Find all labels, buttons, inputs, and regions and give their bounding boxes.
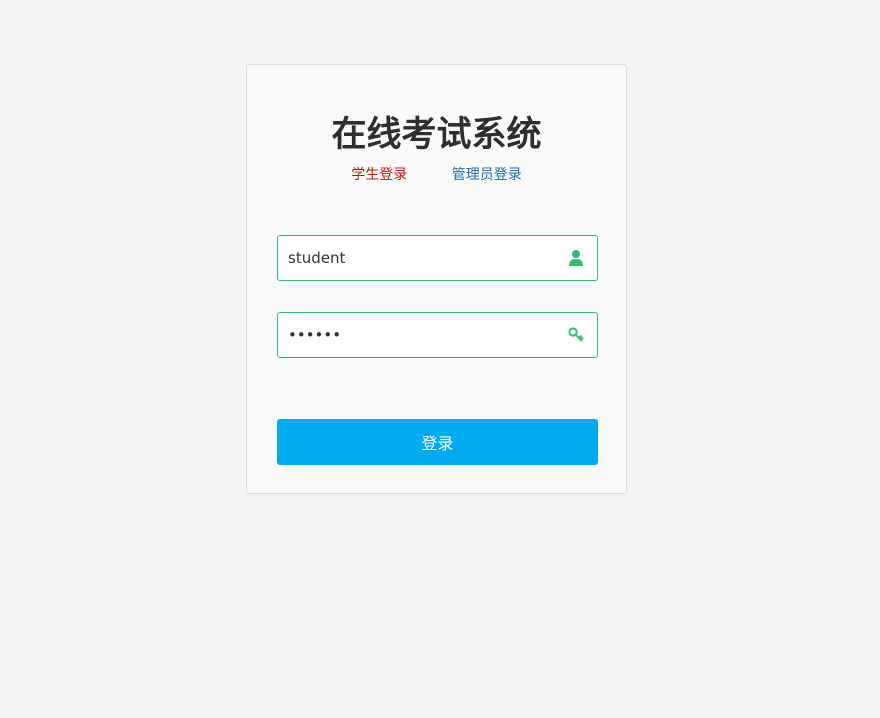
login-tabs: 学生登录 管理员登录 [247,165,626,185]
key-icon [568,326,584,344]
tab-student-login[interactable]: 学生登录 [351,165,407,185]
page-title: 在线考试系统 [331,115,542,155]
password-field [277,312,598,358]
login-card: 在线考试系统 学生登录 管理员登录 登录 [246,64,627,494]
password-input[interactable] [288,313,558,357]
user-icon [568,249,584,267]
username-field [277,235,598,281]
login-button[interactable]: 登录 [277,419,598,465]
username-input[interactable] [288,236,558,280]
tab-admin-login[interactable]: 管理员登录 [452,165,522,185]
